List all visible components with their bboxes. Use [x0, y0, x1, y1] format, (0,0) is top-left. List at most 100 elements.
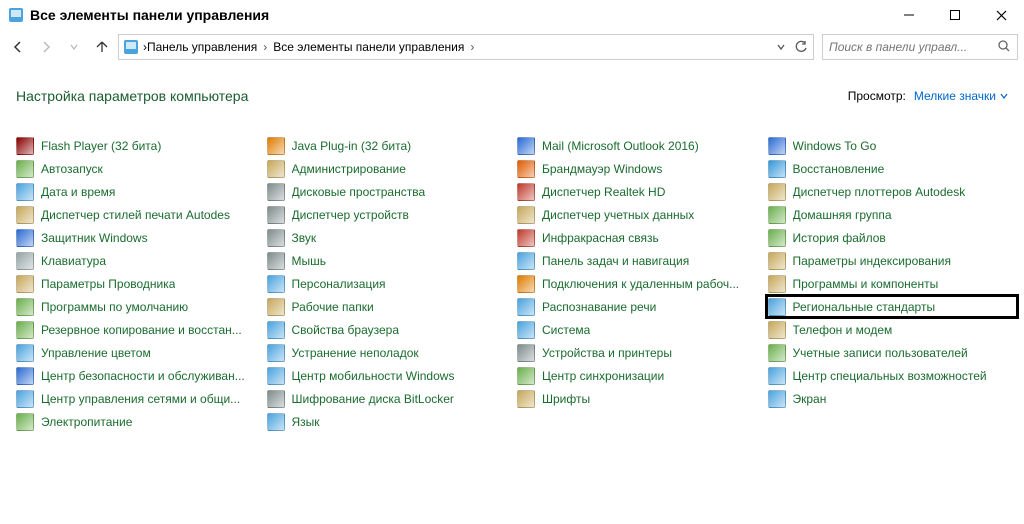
cpl-item[interactable]: Подключения к удаленным рабоч...	[517, 272, 768, 295]
cpl-item-label: Экран	[793, 392, 827, 406]
cpl-item-label: Центр специальных возможностей	[793, 369, 987, 383]
cpl-item[interactable]: Диспетчер Realtek HD	[517, 180, 768, 203]
cpl-item[interactable]: Центр управления сетями и общи...	[16, 387, 267, 410]
infrared-icon	[517, 229, 535, 247]
cpl-item[interactable]: Дисковые пространства	[267, 180, 518, 203]
cpl-item[interactable]: Рабочие папки	[267, 295, 518, 318]
cpl-item-label: Персонализация	[292, 277, 386, 291]
cpl-item[interactable]: Автозапуск	[16, 157, 267, 180]
address-dropdown-icon[interactable]	[771, 36, 791, 58]
forward-button[interactable]	[34, 35, 58, 59]
cpl-item[interactable]: Шрифты	[517, 387, 768, 410]
cpl-item-label: Центр управления сетями и общи...	[41, 392, 240, 406]
cpl-item[interactable]: Управление цветом	[16, 341, 267, 364]
breadcrumb-label: Панель управления	[147, 40, 257, 54]
cpl-item[interactable]: Центр безопасности и обслуживан...	[16, 364, 267, 387]
cpl-item[interactable]: Распознавание речи	[517, 295, 768, 318]
cpl-item-label: Звук	[292, 231, 317, 245]
cpl-item[interactable]: Диспетчер стилей печати Autodes	[16, 203, 267, 226]
cpl-item[interactable]: Диспетчер учетных данных	[517, 203, 768, 226]
cpl-item[interactable]: Центр специальных возможностей	[768, 364, 1019, 387]
cpl-item[interactable]: Центр синхронизации	[517, 364, 768, 387]
cpl-item[interactable]: Язык	[267, 410, 518, 433]
phone-icon	[768, 321, 786, 339]
fonts-icon	[517, 390, 535, 408]
breadcrumb-item[interactable]: Панель управления ›	[147, 40, 273, 54]
cpl-item-label: Управление цветом	[41, 346, 151, 360]
datetime-icon	[16, 183, 34, 201]
recent-dropdown-icon[interactable]	[62, 35, 86, 59]
breadcrumb-label: Все элементы панели управления	[273, 40, 464, 54]
cpl-item[interactable]: Параметры индексирования	[768, 249, 1019, 272]
cpl-item-label: Диспетчер устройств	[292, 208, 409, 222]
cpl-item[interactable]: Инфракрасная связь	[517, 226, 768, 249]
breadcrumb-item[interactable]: Все элементы панели управления ›	[273, 40, 480, 54]
cpl-item[interactable]: Администрирование	[267, 157, 518, 180]
cpl-item[interactable]: Телефон и модем	[768, 318, 1019, 341]
printstyle-icon	[16, 206, 34, 224]
cpl-item[interactable]: Дата и время	[16, 180, 267, 203]
items-grid: Flash Player (32 бита) Java Plug-in (32 б…	[0, 114, 1024, 433]
cpl-item[interactable]: Диспетчер плоттеров Autodesk	[768, 180, 1019, 203]
control-panel-small-icon	[123, 39, 139, 55]
cpl-item-label: Диспетчер Realtek HD	[542, 185, 665, 199]
cpl-item-label: Java Plug-in (32 бита)	[292, 139, 412, 153]
cpl-item-label: Распознавание речи	[542, 300, 656, 314]
minimize-button[interactable]	[886, 0, 932, 30]
cpl-item-label: Брандмауэр Windows	[542, 162, 662, 176]
cpl-item[interactable]: Звук	[267, 226, 518, 249]
cpl-item[interactable]: Брандмауэр Windows	[517, 157, 768, 180]
view-dropdown[interactable]: Мелкие значки	[914, 89, 1008, 103]
address-bar[interactable]: › Панель управления › Все элементы панел…	[118, 34, 814, 60]
maximize-button[interactable]	[932, 0, 978, 30]
cpl-item[interactable]: Flash Player (32 бита)	[16, 134, 267, 157]
cpl-item-label: Дисковые пространства	[292, 185, 426, 199]
java-icon	[267, 137, 285, 155]
close-button[interactable]	[978, 0, 1024, 30]
cpl-item[interactable]: Mail (Microsoft Outlook 2016)	[517, 134, 768, 157]
cpl-item[interactable]: Учетные записи пользователей	[768, 341, 1019, 364]
cpl-item[interactable]: Программы и компоненты	[768, 272, 1019, 295]
credmgr-icon	[517, 206, 535, 224]
cpl-item[interactable]: Защитник Windows	[16, 226, 267, 249]
cpl-item[interactable]: Центр мобильности Windows	[267, 364, 518, 387]
chevron-right-icon: ›	[257, 40, 273, 54]
cpl-item[interactable]: Устройства и принтеры	[517, 341, 768, 364]
refresh-button[interactable]	[791, 36, 811, 58]
cpl-item[interactable]: Клавиатура	[16, 249, 267, 272]
cpl-item[interactable]: Резервное копирование и восстан...	[16, 318, 267, 341]
cpl-item[interactable]: Региональные стандарты	[766, 295, 1019, 318]
chevron-right-icon: ›	[464, 40, 480, 54]
cpl-item[interactable]: Диспетчер устройств	[267, 203, 518, 226]
cpl-item[interactable]: Устранение неполадок	[267, 341, 518, 364]
color-icon	[16, 344, 34, 362]
cpl-item[interactable]: Система	[517, 318, 768, 341]
cpl-item-label: Система	[542, 323, 590, 337]
cpl-item-label: Диспетчер учетных данных	[542, 208, 694, 222]
cpl-item[interactable]: История файлов	[768, 226, 1019, 249]
cpl-item[interactable]: Параметры Проводника	[16, 272, 267, 295]
search-input[interactable]	[827, 39, 997, 55]
search-box[interactable]	[822, 34, 1018, 60]
cpl-item[interactable]: Экран	[768, 387, 1019, 410]
cpl-item[interactable]: Программы по умолчанию	[16, 295, 267, 318]
speech-icon	[517, 298, 535, 316]
cpl-item[interactable]: Панель задач и навигация	[517, 249, 768, 272]
cpl-item-label: Язык	[292, 415, 320, 429]
homegroup-icon	[768, 206, 786, 224]
cpl-item[interactable]: Электропитание	[16, 410, 267, 433]
cpl-item[interactable]: Восстановление	[768, 157, 1019, 180]
remote-icon	[517, 275, 535, 293]
cpl-item[interactable]: Домашняя группа	[768, 203, 1019, 226]
back-button[interactable]	[6, 35, 30, 59]
keyboard-icon	[16, 252, 34, 270]
cpl-item[interactable]: Windows To Go	[768, 134, 1019, 157]
cpl-item[interactable]: Персонализация	[267, 272, 518, 295]
up-button[interactable]	[90, 35, 114, 59]
cpl-item[interactable]: Мышь	[267, 249, 518, 272]
cpl-item-label: Электропитание	[41, 415, 132, 429]
cpl-item[interactable]: Шифрование диска BitLocker	[267, 387, 518, 410]
cpl-item-label: Автозапуск	[41, 162, 103, 176]
cpl-item[interactable]: Свойства браузера	[267, 318, 518, 341]
cpl-item[interactable]: Java Plug-in (32 бита)	[267, 134, 518, 157]
